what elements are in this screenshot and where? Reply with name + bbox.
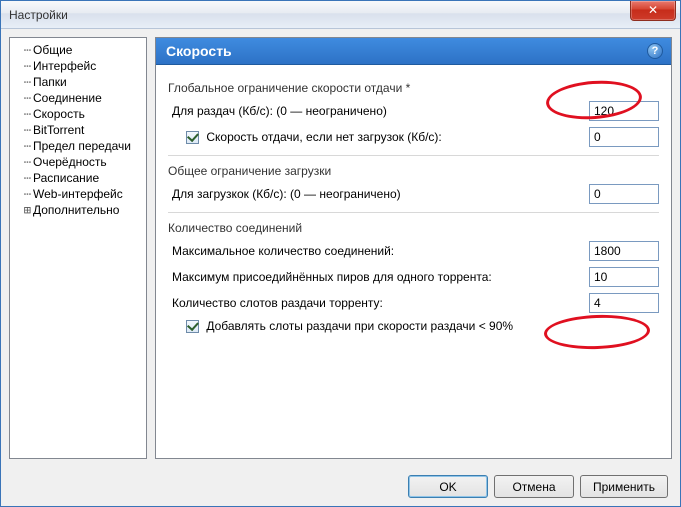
sidebar-item-bittorrent[interactable]: ⋯BitTorrent bbox=[12, 122, 144, 138]
section-download-title: Общее ограничение загрузки bbox=[168, 164, 659, 178]
tree-dots: ⋯ bbox=[16, 171, 30, 185]
max-peers-label: Максимум присоедийнённых пиров для одног… bbox=[168, 270, 589, 284]
window-title: Настройки bbox=[9, 8, 68, 22]
sidebar-label: Общие bbox=[33, 43, 72, 57]
max-connections-label: Максимальное количество соединений: bbox=[168, 244, 589, 258]
max-connections-input[interactable] bbox=[589, 241, 659, 261]
sidebar-item-folders[interactable]: ⋯Папки bbox=[12, 74, 144, 90]
sidebar-item-queue[interactable]: ⋯Очерёдность bbox=[12, 154, 144, 170]
sidebar: ⋯Общие ⋯Интерфейс ⋯Папки ⋯Соединение ⋯Ск… bbox=[9, 37, 147, 459]
tree-dots: ⋯ bbox=[16, 75, 30, 89]
alt-upload-checkbox[interactable] bbox=[186, 131, 199, 144]
expand-icon[interactable] bbox=[16, 203, 30, 217]
extra-slots-text: Добавлять слоты раздачи при скорости раз… bbox=[206, 319, 513, 333]
content-area: ⋯Общие ⋯Интерфейс ⋯Папки ⋯Соединение ⋯Ск… bbox=[1, 29, 680, 467]
tree-dots: ⋯ bbox=[16, 139, 30, 153]
tree-dots: ⋯ bbox=[16, 187, 30, 201]
ok-button[interactable]: OK bbox=[408, 475, 488, 498]
upload-slots-label: Количество слотов раздачи торренту: bbox=[168, 296, 589, 310]
sidebar-item-speed[interactable]: ⋯Скорость bbox=[12, 106, 144, 122]
alt-upload-text: Скорость отдачи, если нет загрузок (Кб/с… bbox=[206, 130, 441, 144]
sidebar-item-general[interactable]: ⋯Общие bbox=[12, 42, 144, 58]
upload-slots-input[interactable] bbox=[589, 293, 659, 313]
close-button[interactable]: ✕ bbox=[630, 1, 676, 21]
sidebar-item-connection[interactable]: ⋯Соединение bbox=[12, 90, 144, 106]
apply-button[interactable]: Применить bbox=[580, 475, 668, 498]
main-panel: Скорость ? Глобальное ограничение скорос… bbox=[155, 37, 672, 459]
tree-dots: ⋯ bbox=[16, 43, 30, 57]
sidebar-label: Интерфейс bbox=[33, 59, 96, 73]
panel-header: Скорость ? bbox=[156, 38, 671, 65]
extra-slots-checkbox[interactable] bbox=[186, 320, 199, 333]
download-rate-label: Для загрузкок (Кб/с): (0 — неограничено) bbox=[168, 187, 589, 201]
sidebar-label: Web-интерфейс bbox=[33, 187, 123, 201]
extra-slots-label: Добавлять слоты раздачи при скорости раз… bbox=[168, 319, 659, 333]
dialog-buttons: OK Отмена Применить bbox=[1, 467, 680, 506]
section-connections-title: Количество соединений bbox=[168, 221, 659, 235]
divider bbox=[168, 155, 659, 156]
cancel-button[interactable]: Отмена bbox=[494, 475, 574, 498]
sidebar-label: Скорость bbox=[33, 107, 85, 121]
sidebar-label: Соединение bbox=[33, 91, 102, 105]
panel-body: Глобальное ограничение скорости отдачи *… bbox=[156, 65, 671, 458]
sidebar-label: Очерёдность bbox=[33, 155, 107, 169]
alt-upload-input[interactable] bbox=[589, 127, 659, 147]
sidebar-label: Предел передачи bbox=[33, 139, 131, 153]
tree-dots: ⋯ bbox=[16, 123, 30, 137]
tree-dots: ⋯ bbox=[16, 155, 30, 169]
sidebar-item-transfercap[interactable]: ⋯Предел передачи bbox=[12, 138, 144, 154]
section-upload-title: Глобальное ограничение скорости отдачи * bbox=[168, 81, 659, 95]
sidebar-item-advanced[interactable]: Дополнительно bbox=[12, 202, 144, 218]
panel-title: Скорость bbox=[166, 43, 232, 59]
close-icon: ✕ bbox=[648, 3, 658, 17]
max-peers-input[interactable] bbox=[589, 267, 659, 287]
upload-rate-input[interactable] bbox=[589, 101, 659, 121]
sidebar-item-webui[interactable]: ⋯Web-интерфейс bbox=[12, 186, 144, 202]
help-icon[interactable]: ? bbox=[647, 43, 663, 59]
tree-dots: ⋯ bbox=[16, 91, 30, 105]
download-rate-input[interactable] bbox=[589, 184, 659, 204]
sidebar-item-interface[interactable]: ⋯Интерфейс bbox=[12, 58, 144, 74]
alt-upload-label: Скорость отдачи, если нет загрузок (Кб/с… bbox=[168, 130, 589, 144]
divider bbox=[168, 212, 659, 213]
tree-dots: ⋯ bbox=[16, 107, 30, 121]
sidebar-label: Расписание bbox=[33, 171, 99, 185]
upload-rate-label: Для раздач (Кб/с): (0 — неограничено) bbox=[168, 104, 589, 118]
sidebar-label: BitTorrent bbox=[33, 123, 84, 137]
sidebar-label: Папки bbox=[33, 75, 67, 89]
sidebar-item-schedule[interactable]: ⋯Расписание bbox=[12, 170, 144, 186]
sidebar-label: Дополнительно bbox=[33, 203, 119, 217]
titlebar: Настройки ✕ bbox=[1, 1, 680, 29]
tree-dots: ⋯ bbox=[16, 59, 30, 73]
settings-window: Настройки ✕ ⋯Общие ⋯Интерфейс ⋯Папки ⋯Со… bbox=[0, 0, 681, 507]
